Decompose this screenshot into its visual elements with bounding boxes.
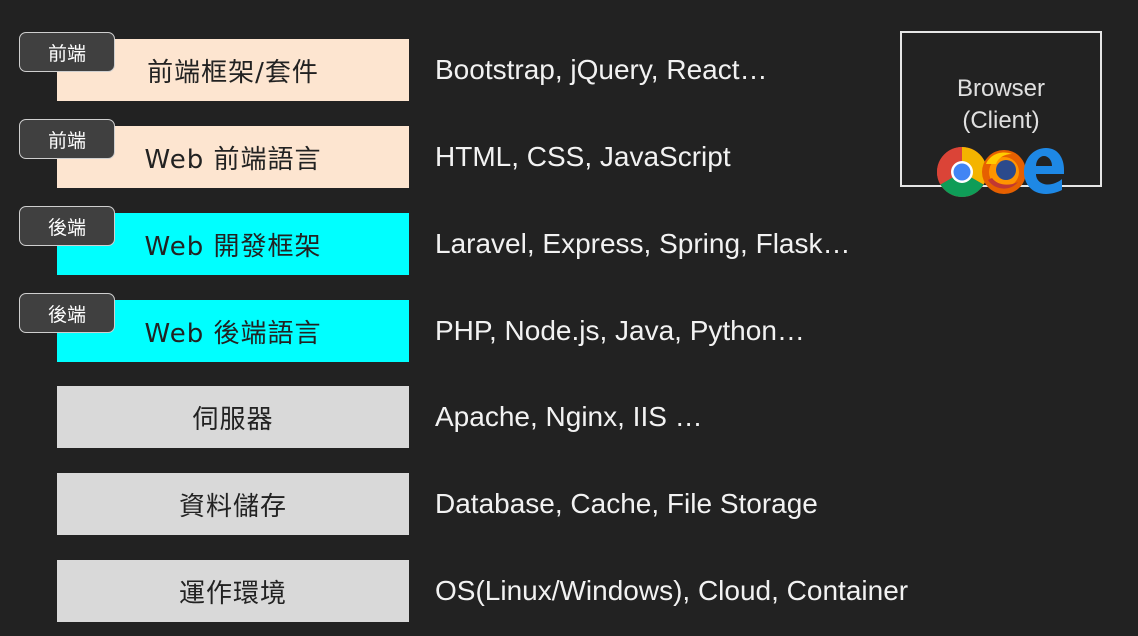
layer-row-runtime-environment: 運作環境 OS(Linux/Windows), Cloud, Container: [0, 560, 1000, 622]
browser-label-line2: (Client): [962, 107, 1040, 134]
edge-icon: [1024, 148, 1064, 194]
data-storage-box: 資料儲存: [57, 473, 409, 535]
data-storage-examples: Database, Cache, File Storage: [435, 488, 818, 519]
backend-badge: 後端: [19, 206, 115, 246]
backend-badge: 後端: [19, 293, 115, 333]
frontend-framework-examples: Bootstrap, jQuery, React…: [435, 54, 768, 85]
frontend-badge: 前端: [19, 119, 115, 159]
frontend-language-examples: HTML, CSS, JavaScript: [435, 141, 731, 172]
layer-row-backend-framework: 後端 Web 開發框架 Laravel, Express, Spring, Fl…: [0, 206, 1000, 275]
layer-row-frontend-framework: 前端 前端框架/套件 Bootstrap, jQuery, React…: [0, 32, 1000, 101]
browser-client-label: Browser (Client): [902, 73, 1100, 137]
runtime-environment-examples: OS(Linux/Windows), Cloud, Container: [435, 575, 909, 606]
layer-row-server: 伺服器 Apache, Nginx, IIS …: [0, 386, 1000, 448]
browser-label-line1: Browser: [956, 75, 1046, 102]
layer-row-data-storage: 資料儲存 Database, Cache, File Storage: [0, 473, 1000, 535]
server-box: 伺服器: [57, 386, 409, 448]
runtime-environment-box: 運作環境: [57, 560, 409, 622]
backend-language-examples: PHP, Node.js, Java, Python…: [435, 315, 805, 346]
server-examples: Apache, Nginx, IIS …: [435, 401, 703, 432]
frontend-badge: 前端: [19, 32, 115, 72]
layer-row-frontend-language: 前端 Web 前端語言 HTML, CSS, JavaScript: [0, 119, 1000, 188]
backend-framework-examples: Laravel, Express, Spring, Flask…: [435, 228, 851, 259]
layer-row-backend-language: 後端 Web 後端語言 PHP, Node.js, Java, Python…: [0, 293, 1000, 362]
